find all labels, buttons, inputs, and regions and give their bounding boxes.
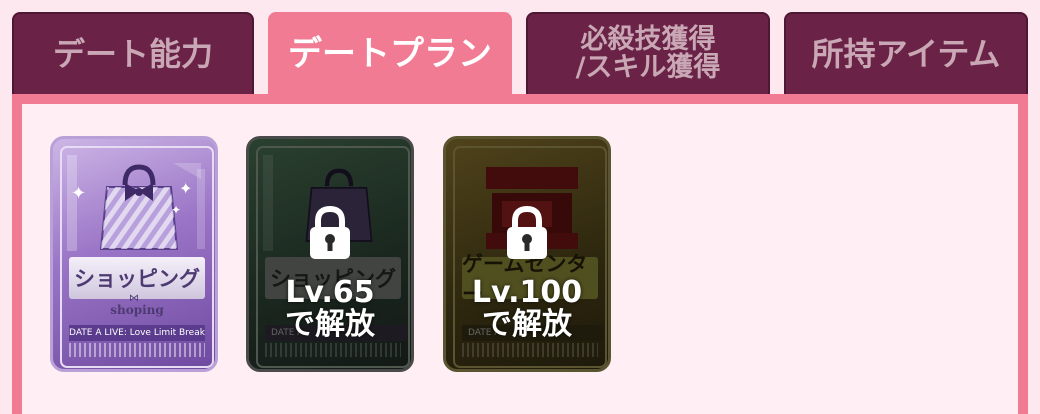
- date-plan-card-shopping[interactable]: ✦ ✦ ✦ ショッピング ⋈ shoping DATE A LIVE: Love…: [50, 136, 218, 372]
- unlock-text: で解放: [285, 307, 375, 343]
- tab-date-ability[interactable]: デート能力: [12, 12, 254, 94]
- lock-icon: [507, 205, 547, 259]
- card-stripes: [69, 343, 205, 357]
- unlock-requirement: Lv.100 で解放: [471, 275, 583, 343]
- sparkle-icon: ✦: [179, 179, 193, 198]
- card-footer: DATE A LIVE: Love Limit Break: [69, 325, 205, 341]
- tab-label: デート能力: [52, 35, 213, 73]
- tab-label-line1: 必殺技獲得: [580, 24, 716, 56]
- unlock-level: Lv.100: [471, 275, 583, 310]
- card-subtitle: shoping: [110, 303, 164, 317]
- tab-label: 所持アイテム: [811, 35, 1001, 73]
- shopping-bag-icon: [99, 164, 179, 250]
- tab-owned-items[interactable]: 所持アイテム: [784, 12, 1028, 94]
- tab-bar: デート能力 デートプラン 必殺技獲得 /スキル獲得 所持アイテム: [0, 0, 1040, 96]
- date-plan-card-shopping-locked[interactable]: ショッピング DATE A Lv.65 で解放: [246, 136, 414, 372]
- sparkle-icon: ✦: [171, 203, 182, 217]
- tab-label: 必殺技獲得 /スキル獲得: [576, 26, 721, 81]
- lock-icon: [310, 205, 350, 259]
- tab-skill-acquire[interactable]: 必殺技獲得 /スキル獲得: [526, 12, 770, 94]
- unlock-level: Lv.65: [285, 275, 375, 310]
- date-plan-card-game-center-locked[interactable]: ゲームセンター DATE A Lv.100 で解放: [443, 136, 611, 372]
- unlock-requirement: Lv.65 で解放: [285, 275, 375, 343]
- tab-label-line2: /スキル獲得: [575, 52, 721, 83]
- sparkle-icon: ✦: [71, 183, 87, 204]
- tab-date-plan[interactable]: デートプラン: [268, 12, 512, 96]
- lock-overlay: Lv.65 で解放: [249, 139, 411, 369]
- tab-label: デートプラン: [288, 34, 492, 74]
- lock-overlay: Lv.100 で解放: [446, 139, 608, 369]
- unlock-text: で解放: [482, 307, 572, 343]
